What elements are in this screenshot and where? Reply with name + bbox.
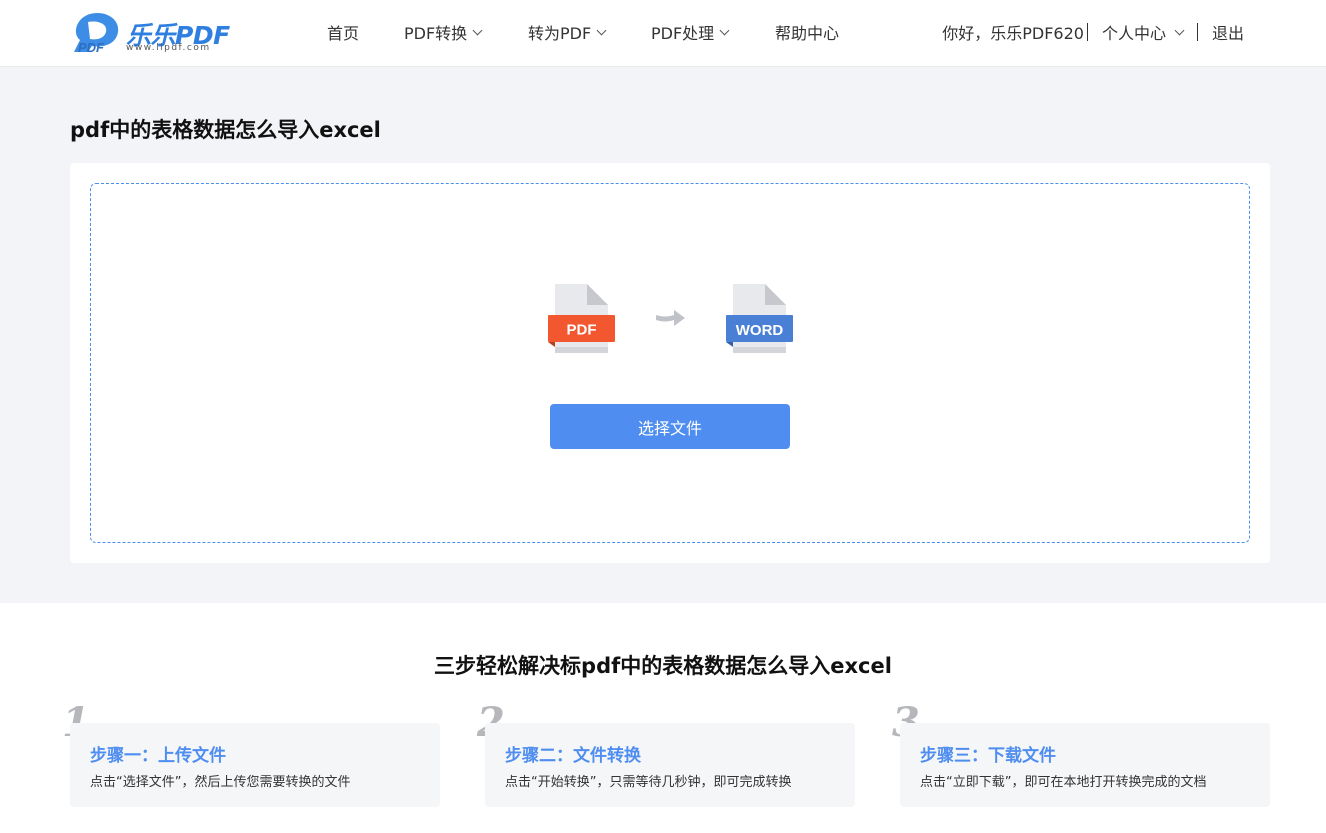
user-center-menu[interactable]: 个人中心 <box>1101 20 1185 44</box>
step-description: 点击“开始转换”，只需等待几秒钟，即可完成转换 <box>505 775 792 790</box>
nav-pdf-process[interactable]: PDF处理 <box>651 20 730 44</box>
nav-help-label: 帮助中心 <box>775 24 840 43</box>
upload-card <box>70 163 1270 563</box>
nav-help[interactable]: 帮助中心 <box>775 20 839 44</box>
logo-url: www.llpdf.com <box>126 43 211 53</box>
file-drop-zone[interactable] <box>90 183 1250 543</box>
user-area: 你好，乐乐PDF620 个人中心 退出 <box>942 20 1244 44</box>
step-card-1: 步骤一：上传文件 点击“选择文件”，然后上传您需要转换的文件 <box>70 723 440 807</box>
word-label: WORD <box>736 322 784 339</box>
step-description: 点击“选择文件”，然后上传您需要转换的文件 <box>90 775 351 790</box>
divider <box>1086 23 1088 41</box>
svg-text:PDF: PDF <box>78 40 105 54</box>
nav-home[interactable]: 首页 <box>327 20 359 44</box>
page-title: pdf中的表格数据怎么导入excel <box>70 118 381 142</box>
step-card-2: 步骤二：文件转换 点击“开始转换”，只需等待几秒钟，即可完成转换 <box>485 723 855 807</box>
step-title: 步骤一：上传文件 <box>90 746 226 766</box>
step-card-3: 步骤三：下载文件 点击“立即下载”，即可在本地打开转换完成的文档 <box>900 723 1270 807</box>
step-title: 步骤二：文件转换 <box>505 746 641 766</box>
chevron-down-icon <box>719 25 730 35</box>
steps-section-title: 三步轻松解决标pdf中的表格数据怎么导入excel <box>434 654 892 678</box>
nav-pdf-process-label: PDF处理 <box>651 24 715 43</box>
select-file-button[interactable]: 选择文件 <box>550 404 790 449</box>
site-logo[interactable]: PDF 乐乐PDF www.llpdf.com <box>70 12 230 55</box>
chevron-down-icon <box>472 25 483 35</box>
nav-home-label: 首页 <box>327 24 360 43</box>
divider <box>1196 23 1198 41</box>
logout-link[interactable]: 退出 <box>1212 20 1244 44</box>
nav-pdf-convert[interactable]: PDF转换 <box>404 20 483 44</box>
step-description: 点击“立即下载”，即可在本地打开转换完成的文档 <box>920 775 1207 790</box>
top-header: PDF 乐乐PDF www.llpdf.com 首页 PDF转换 转为PDF P… <box>0 0 1326 67</box>
user-center-label: 个人中心 <box>1101 24 1166 43</box>
chevron-down-icon <box>596 25 607 35</box>
arrow-right-icon <box>656 310 685 326</box>
user-greeting: 你好，乐乐PDF620 <box>942 24 1084 43</box>
word-file-icon: WORD <box>726 284 793 353</box>
nav-to-pdf-label: 转为PDF <box>528 24 592 43</box>
pdf-file-icon: PDF <box>548 284 615 353</box>
logo-icon: PDF <box>74 12 119 55</box>
nav-to-pdf[interactable]: 转为PDF <box>528 20 607 44</box>
step-title: 步骤三：下载文件 <box>920 746 1056 766</box>
nav-pdf-convert-label: PDF转换 <box>404 24 468 43</box>
chevron-down-icon <box>1174 25 1185 35</box>
pdf-label: PDF <box>567 322 597 339</box>
